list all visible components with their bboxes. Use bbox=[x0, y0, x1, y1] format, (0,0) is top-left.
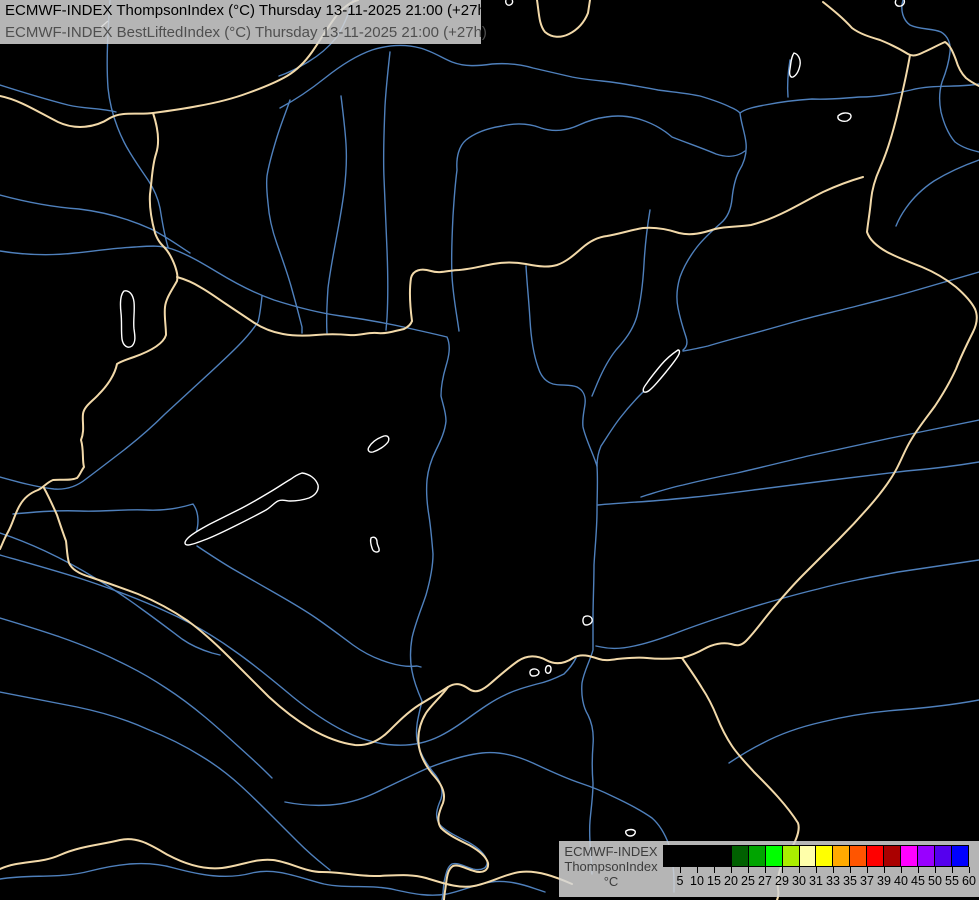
legend-tick-label: 39 bbox=[877, 874, 891, 888]
weather-map: ECMWF-INDEX ThompsonIndex (°C) Thursday … bbox=[0, 0, 979, 900]
lake-small-west bbox=[371, 537, 380, 552]
title-block: ECMWF-INDEX ThompsonIndex (°C) Thursday … bbox=[0, 0, 481, 44]
legend-ticks: 5 1015202527293031333537394045505560 bbox=[559, 841, 979, 897]
legend-tick-label: 55 bbox=[945, 874, 959, 888]
legend-tick-label: 10 bbox=[690, 874, 704, 888]
lake-small-east bbox=[838, 113, 851, 121]
river-tisza-south bbox=[582, 466, 598, 874]
legend-tick bbox=[952, 867, 953, 873]
legend-tick bbox=[697, 867, 698, 873]
legend-tick bbox=[731, 867, 732, 873]
lake-small-pair-b bbox=[546, 666, 552, 674]
border-slovakia-hungary-east bbox=[410, 177, 863, 321]
legend-tick-label: 29 bbox=[775, 874, 789, 888]
border-sava bbox=[0, 839, 572, 887]
river-bega bbox=[729, 700, 979, 763]
river-tisza-east bbox=[740, 84, 979, 113]
legend-tick-label: 27 bbox=[758, 874, 772, 888]
legend-tick bbox=[799, 867, 800, 873]
legend-tick-label: 45 bbox=[911, 874, 925, 888]
river-nitra bbox=[267, 100, 302, 333]
legend-tick-label: 15 bbox=[707, 874, 721, 888]
river-szamos bbox=[683, 272, 979, 351]
river-vah-band bbox=[452, 116, 745, 331]
river-slovakia-north bbox=[280, 46, 746, 350]
river-maros bbox=[596, 560, 979, 648]
river-southwest-b bbox=[0, 692, 330, 870]
river-dyje bbox=[0, 85, 116, 112]
legend-tick-label: 20 bbox=[724, 874, 738, 888]
border-layer bbox=[0, 0, 979, 900]
lake-velence bbox=[368, 436, 389, 452]
river-tisza-below-lake bbox=[597, 392, 643, 466]
legend-tick-label: 33 bbox=[826, 874, 840, 888]
legend-tick bbox=[884, 867, 885, 873]
title-line-thompson: ECMWF-INDEX ThompsonIndex (°C) Thursday … bbox=[0, 0, 481, 22]
legend: ECMWF-INDEX ThompsonIndex °C 51015202527… bbox=[559, 841, 979, 897]
border-czech-austria bbox=[0, 96, 153, 127]
legend-tick-label: 25 bbox=[741, 874, 755, 888]
legend-tick-label: 60 bbox=[962, 874, 976, 888]
legend-tick-label: 50 bbox=[928, 874, 942, 888]
lake-speck-north bbox=[506, 0, 513, 5]
border-poland-slovakia bbox=[537, 0, 590, 37]
river-koros-branch bbox=[641, 420, 979, 497]
river-sava bbox=[0, 864, 545, 896]
legend-tick bbox=[918, 867, 919, 873]
lake-small-pair-a bbox=[530, 669, 539, 676]
legend-tick bbox=[680, 867, 681, 873]
lake-small-south bbox=[626, 830, 636, 837]
legend-tick bbox=[765, 867, 766, 873]
lake-neusiedl bbox=[120, 291, 134, 347]
legend-tick bbox=[935, 867, 936, 873]
legend-tick-label: 5 bbox=[677, 874, 684, 888]
river-vah-lower bbox=[327, 96, 347, 333]
lake-tisza bbox=[643, 350, 679, 392]
panel-layer bbox=[0, 0, 979, 897]
legend-tick bbox=[833, 867, 834, 873]
river-upper-tisza-corner bbox=[902, 0, 979, 152]
legend-tick-label: 31 bbox=[809, 874, 823, 888]
lake-small-center bbox=[583, 616, 592, 625]
legend-tick-label: 37 bbox=[860, 874, 874, 888]
legend-tick-label: 40 bbox=[894, 874, 908, 888]
legend-tick bbox=[867, 867, 868, 873]
legend-tick bbox=[782, 867, 783, 873]
title-line-bestlifted: ECMWF-INDEX BestLiftedIndex (°C) Thursda… bbox=[0, 22, 481, 44]
river-layer bbox=[0, 0, 979, 900]
river-east-1 bbox=[896, 160, 979, 226]
legend-tick bbox=[969, 867, 970, 873]
legend-tick bbox=[850, 867, 851, 873]
river-zagyva bbox=[526, 266, 597, 466]
river-drava bbox=[0, 555, 576, 745]
river-danube bbox=[0, 246, 487, 900]
legend-tick bbox=[901, 867, 902, 873]
map-canvas bbox=[0, 0, 979, 900]
lake-zemplinska bbox=[790, 53, 801, 77]
river-southwest-a bbox=[0, 618, 272, 778]
lake-balaton bbox=[185, 473, 318, 545]
legend-tick-label: 35 bbox=[843, 874, 857, 888]
legend-tick-label: 30 bbox=[792, 874, 806, 888]
border-northeast-corner bbox=[823, 2, 979, 86]
border-croatia-serbia bbox=[418, 687, 488, 900]
river-koros bbox=[598, 462, 979, 505]
legend-tick bbox=[714, 867, 715, 873]
river-zala bbox=[13, 504, 198, 542]
legend-tick bbox=[816, 867, 817, 873]
legend-tick bbox=[748, 867, 749, 873]
river-hron bbox=[384, 52, 390, 330]
river-mur bbox=[0, 533, 220, 655]
river-bodrog bbox=[788, 60, 790, 97]
